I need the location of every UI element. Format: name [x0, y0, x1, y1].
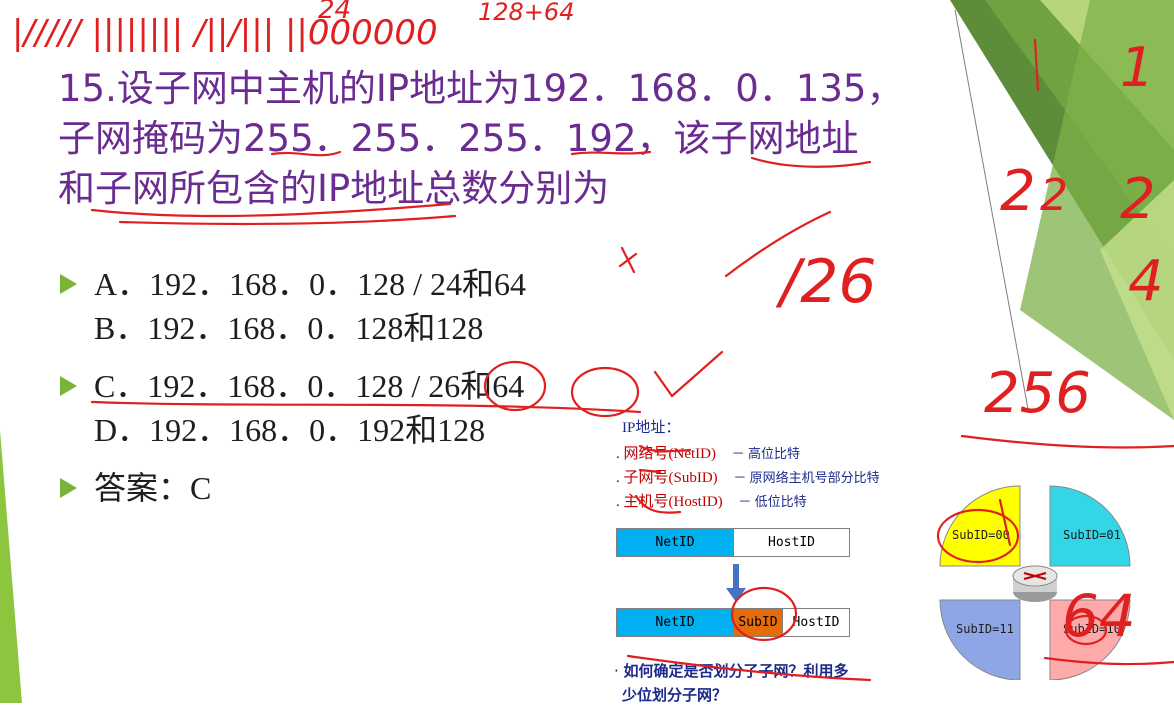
bar2-netid: NetID — [616, 608, 734, 637]
answer-text: 答案：C — [94, 470, 212, 506]
quad-label-11: SubID=11 — [956, 622, 1014, 636]
figure-item-netid: . 网络号(NetID) － 高位比特 — [616, 446, 800, 462]
bar2-hostid: HostID — [782, 608, 850, 637]
bar1-hostid: HostID — [733, 528, 850, 557]
figure-title: IP地址： — [622, 420, 681, 436]
question-line-2: 子网掩码为255．255．255．192，该子网地址 — [58, 117, 859, 160]
quadrant-11 — [939, 599, 1021, 680]
item-netid-desc: － 高位比特 — [731, 446, 800, 461]
down-arrow-icon — [726, 564, 746, 602]
quad-label-10: SubID=10 — [1063, 622, 1121, 636]
quad-label-00: SubID=00 — [952, 528, 1010, 542]
quad-label-01: SubID=01 — [1063, 528, 1121, 542]
option-d: D．192．168．0．192和128 — [94, 412, 486, 448]
figure-note-line-1: · 如何确定是否划分了子网？利用多 — [614, 662, 849, 680]
option-c: C．192．168．0．128 / 26和64 — [94, 368, 525, 404]
bar1-netid: NetID — [616, 528, 734, 557]
question-text: 15.设子网中主机的IP地址为192．168．0．135， 子网掩码为255．2… — [58, 64, 938, 214]
item-netid-name: 网络号(NetID) — [623, 446, 716, 462]
option-b: B．192．168．0．128和128 — [94, 310, 484, 346]
bullet-a — [60, 274, 77, 294]
question-line-1: 15.设子网中主机的IP地址为192．168．0．135， — [58, 67, 904, 110]
figure-item-subid: . 子网号(SubID) － 原网络主机号部分比特 — [616, 470, 880, 486]
bullet-answer — [60, 478, 77, 498]
item-subid-name: 子网号(SubID) — [623, 470, 718, 486]
quadrant-00 — [939, 485, 1021, 567]
option-a: A．192．168．0．128 / 24和64 — [94, 266, 527, 302]
quadrant-01 — [1049, 485, 1131, 567]
subnet-quadrant-diagram — [939, 485, 1131, 680]
figure-note-line-2: 少位划分子网？ — [622, 686, 728, 704]
bullet-c — [60, 376, 77, 396]
bar2-subid: SubID — [733, 608, 783, 637]
figure-item-hostid: . 主机号(HostID) － 低位比特 — [616, 494, 807, 510]
item-hostid-name: 主机号(HostID) — [623, 494, 723, 510]
left-green-triangle — [0, 430, 22, 703]
question-line-3: 和子网所包含的IP地址总数分别为 — [58, 167, 610, 210]
item-subid-desc: － 原网络主机号部分比特 — [733, 470, 880, 485]
quadrant-10 — [1049, 599, 1131, 680]
item-hostid-desc: － 低位比特 — [738, 494, 807, 509]
